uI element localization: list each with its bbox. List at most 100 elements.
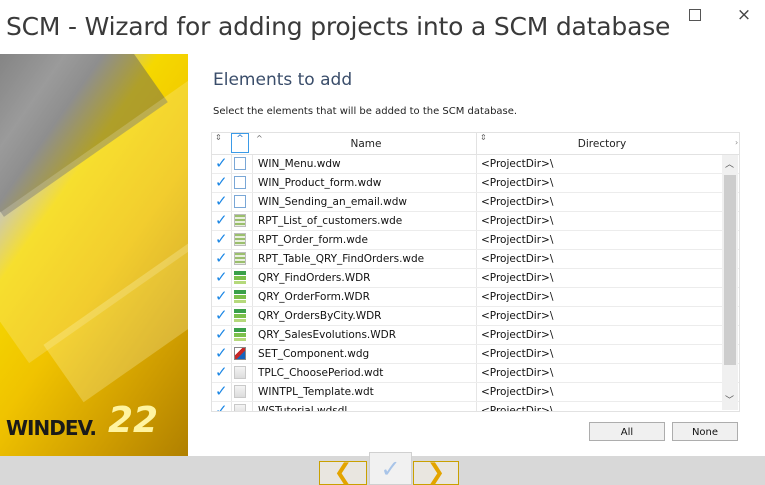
row-name: RPT_Order_form.wde — [258, 234, 368, 246]
table-body: ✓ WIN_Menu.wdw <ProjectDir>\ ✓ WIN_Product_f… — [212, 155, 739, 412]
report-icon — [234, 214, 246, 227]
row-checkbox[interactable]: ✓ — [215, 251, 229, 266]
row-name: RPT_List_of_customers.wde — [258, 215, 403, 227]
table-row[interactable]: ✓ SET_Component.wdg <ProjectDir>\ — [212, 345, 739, 364]
row-checkbox[interactable]: ✓ — [215, 270, 229, 285]
row-name: TPLC_ChoosePeriod.wdt — [258, 367, 384, 379]
select-column-header[interactable]: ^ — [231, 133, 249, 153]
row-directory: <ProjectDir>\ — [481, 367, 554, 379]
row-directory: <ProjectDir>\ — [481, 329, 554, 341]
table-row[interactable]: ✓ WSTutorial.wdsdl <ProjectDir>\ — [212, 402, 739, 412]
report-icon — [234, 233, 246, 246]
column-header-directory[interactable]: Directory — [477, 138, 727, 150]
table-row[interactable]: ✓ WIN_Sending_an_email.wdw <ProjectDir>\ — [212, 193, 739, 212]
table-row[interactable]: ✓ QRY_SalesEvolutions.WDR <ProjectDir>\ — [212, 326, 739, 345]
row-checkbox[interactable]: ✓ — [215, 175, 229, 190]
row-checkbox[interactable]: ✓ — [215, 156, 229, 171]
select-none-button[interactable]: None — [672, 422, 738, 441]
previous-button[interactable]: ❮ — [319, 461, 367, 485]
table-row[interactable]: ✓ WINTPL_Template.wdt <ProjectDir>\ — [212, 383, 739, 402]
query-icon — [234, 309, 246, 322]
table-row[interactable]: ✓ QRY_FindOrders.WDR <ProjectDir>\ — [212, 269, 739, 288]
window-icon — [234, 195, 246, 208]
row-name: RPT_Table_QRY_FindOrders.wde — [258, 253, 425, 265]
chevron-left-icon: ❮ — [333, 460, 353, 485]
wizard-sidebar-image: WINDEV. 22 — [0, 54, 188, 456]
report-icon — [234, 252, 246, 265]
check-icon: ✓ — [380, 454, 401, 483]
row-checkbox[interactable]: ✓ — [215, 232, 229, 247]
row-name: WINTPL_Template.wdt — [258, 386, 374, 398]
finish-button[interactable]: ✓ — [369, 452, 412, 485]
table-row[interactable]: ✓ RPT_Table_QRY_FindOrders.wde <ProjectDir… — [212, 250, 739, 269]
maximize-button[interactable] — [675, 0, 715, 30]
table-header: ⇕ ^ ^ ⇕ Name Directory › — [212, 133, 739, 155]
row-directory: <ProjectDir>\ — [481, 196, 554, 208]
row-directory: <ProjectDir>\ — [481, 215, 554, 227]
close-button[interactable]: × — [724, 0, 764, 30]
next-button[interactable]: ❯ — [413, 461, 459, 485]
row-directory: <ProjectDir>\ — [481, 272, 554, 284]
table-row[interactable]: ✓ WIN_Menu.wdw <ProjectDir>\ — [212, 155, 739, 174]
maximize-icon — [689, 9, 701, 21]
windev-version-logo: 22 — [108, 400, 159, 441]
sort-icon[interactable]: ⇕ — [215, 133, 222, 142]
wizard-content: Elements to add Select the elements that… — [188, 54, 765, 456]
row-checkbox[interactable]: ✓ — [215, 403, 229, 412]
page-description: Select the elements that will be added t… — [213, 106, 518, 117]
template-icon — [234, 385, 246, 398]
table-row[interactable]: ✓ RPT_Order_form.wde <ProjectDir>\ — [212, 231, 739, 250]
row-checkbox[interactable]: ✓ — [215, 213, 229, 228]
close-icon: × — [736, 5, 752, 25]
table-row[interactable]: ✓ TPLC_ChoosePeriod.wdt <ProjectDir>\ — [212, 364, 739, 383]
vertical-scrollbar[interactable]: ︿ ﹀ — [722, 155, 738, 410]
query-icon — [234, 271, 246, 284]
window-title: SCM - Wizard for adding projects into a … — [6, 12, 671, 41]
row-checkbox[interactable]: ✓ — [215, 346, 229, 361]
scroll-thumb[interactable] — [724, 175, 736, 365]
template-icon — [234, 366, 246, 379]
row-name: WSTutorial.wdsdl — [258, 405, 348, 412]
row-checkbox[interactable]: ✓ — [215, 384, 229, 399]
scroll-down-icon[interactable]: ﹀ — [725, 393, 734, 406]
row-directory: <ProjectDir>\ — [481, 348, 554, 360]
table-row[interactable]: ✓ QRY_OrdersByCity.WDR <ProjectDir>\ — [212, 307, 739, 326]
row-directory: <ProjectDir>\ — [481, 291, 554, 303]
row-directory: <ProjectDir>\ — [481, 405, 554, 412]
chevron-right-icon: ❯ — [426, 460, 446, 485]
window-icon — [234, 176, 246, 189]
row-directory: <ProjectDir>\ — [481, 177, 554, 189]
column-more-icon[interactable]: › — [735, 138, 738, 147]
row-directory: <ProjectDir>\ — [481, 310, 554, 322]
column-header-name[interactable]: Name — [256, 138, 476, 150]
page-title: Elements to add — [213, 70, 353, 90]
row-checkbox[interactable]: ✓ — [215, 365, 229, 380]
table-row[interactable]: ✓ WIN_Product_form.wdw <ProjectDir>\ — [212, 174, 739, 193]
row-name: SET_Component.wdg — [258, 348, 370, 360]
row-name: WIN_Sending_an_email.wdw — [258, 196, 407, 208]
row-checkbox[interactable]: ✓ — [215, 327, 229, 342]
row-directory: <ProjectDir>\ — [481, 386, 554, 398]
template-icon — [234, 404, 246, 411]
table-row[interactable]: ✓ RPT_List_of_customers.wde <ProjectDir>\ — [212, 212, 739, 231]
windev-logo: WINDEV. — [6, 416, 97, 440]
window-icon — [234, 157, 246, 170]
row-name: QRY_SalesEvolutions.WDR — [258, 329, 397, 341]
row-checkbox[interactable]: ✓ — [215, 289, 229, 304]
row-directory: <ProjectDir>\ — [481, 158, 554, 170]
component-icon — [234, 347, 246, 360]
row-directory: <ProjectDir>\ — [481, 234, 554, 246]
title-bar: SCM - Wizard for adding projects into a … — [0, 0, 765, 54]
row-directory: <ProjectDir>\ — [481, 253, 554, 265]
scroll-up-icon[interactable]: ︿ — [725, 157, 734, 170]
row-name: WIN_Product_form.wdw — [258, 177, 382, 189]
row-checkbox[interactable]: ✓ — [215, 308, 229, 323]
table-row[interactable]: ✓ QRY_OrderForm.WDR <ProjectDir>\ — [212, 288, 739, 307]
select-all-button[interactable]: All — [589, 422, 665, 441]
query-icon — [234, 290, 246, 303]
query-icon — [234, 328, 246, 341]
row-name: QRY_OrdersByCity.WDR — [258, 310, 382, 322]
row-name: QRY_FindOrders.WDR — [258, 272, 371, 284]
elements-table: ⇕ ^ ^ ⇕ Name Directory › ✓ WIN_Menu.wdw <P… — [211, 132, 740, 412]
row-checkbox[interactable]: ✓ — [215, 194, 229, 209]
